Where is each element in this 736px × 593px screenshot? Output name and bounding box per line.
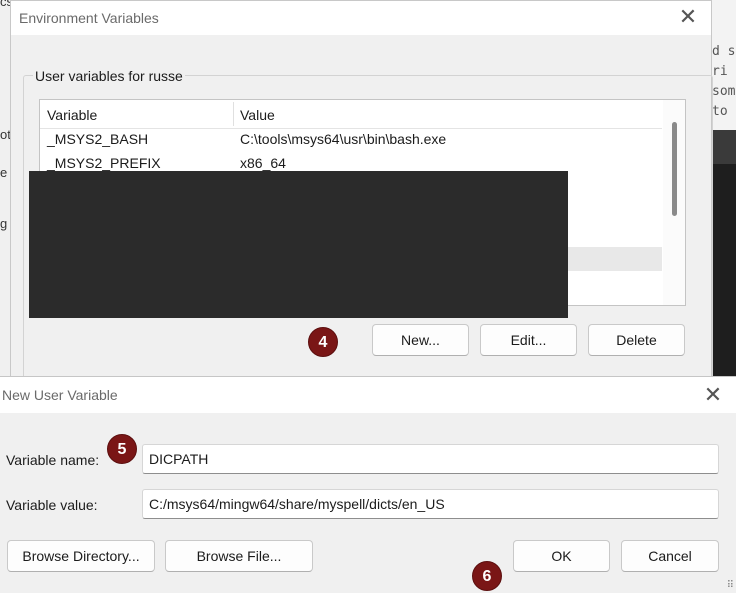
list-header: Variable Value [40,100,662,129]
terminal-line: som [712,84,736,99]
new-var-titlebar: New User Variable ✕ [0,377,736,413]
variable-name-input[interactable]: DICPATH [142,444,719,474]
table-row[interactable]: _MSYS2_BASH C:\tools\msys64\usr\bin\bash… [40,128,662,152]
redacted-area [29,171,568,318]
step-marker-6: 6 [472,561,502,591]
browse-file-button[interactable]: Browse File... [165,540,313,572]
value-cell: C:\tools\msys64\usr\bin\bash.exe [240,131,447,147]
column-divider[interactable] [233,102,234,126]
column-header-variable[interactable]: Variable [47,107,97,123]
new-var-dialog-title: New User Variable [2,387,118,403]
step-marker-4: 4 [308,327,338,357]
env-window-title: Environment Variables [19,10,159,26]
edit-button[interactable]: Edit... [480,324,577,356]
column-header-value[interactable]: Value [240,107,275,123]
background-text-fragment: g [0,216,8,231]
variable-value-input[interactable]: C:/msys64/mingw64/share/myspell/dicts/en… [142,489,719,519]
variable-cell: _MSYS2_BASH [47,131,149,147]
value-cell: x86_64 [240,155,286,171]
terminal-divider [712,130,736,164]
terminal-line: d s [712,44,736,59]
scrollbar-thumb[interactable] [672,122,677,216]
delete-button[interactable]: Delete [588,324,685,356]
new-user-variable-dialog: New User Variable ✕ Variable name: DICPA… [0,376,736,593]
terminal-line: to [712,104,728,119]
new-var-close-icon[interactable]: ✕ [698,380,728,410]
variable-name-label: Variable name: [6,452,100,468]
cancel-button[interactable]: Cancel [621,540,719,572]
variable-value-label: Variable value: [6,497,98,513]
variable-cell: _MSYS2_PREFIX [47,155,161,171]
ok-button[interactable]: OK [513,540,610,572]
step-marker-5: 5 [107,434,137,464]
background-text-fragment: e [0,165,8,180]
resize-grip-icon[interactable]: ⠿ [727,580,734,591]
new-button[interactable]: New... [372,324,469,356]
env-close-icon[interactable]: ✕ [673,2,703,32]
env-titlebar: Environment Variables ✕ [11,1,711,35]
list-scrollbar[interactable] [663,100,685,305]
user-variables-label: User variables for russe [33,68,185,84]
browse-directory-button[interactable]: Browse Directory... [7,540,155,572]
terminal-line: ri [712,64,728,79]
